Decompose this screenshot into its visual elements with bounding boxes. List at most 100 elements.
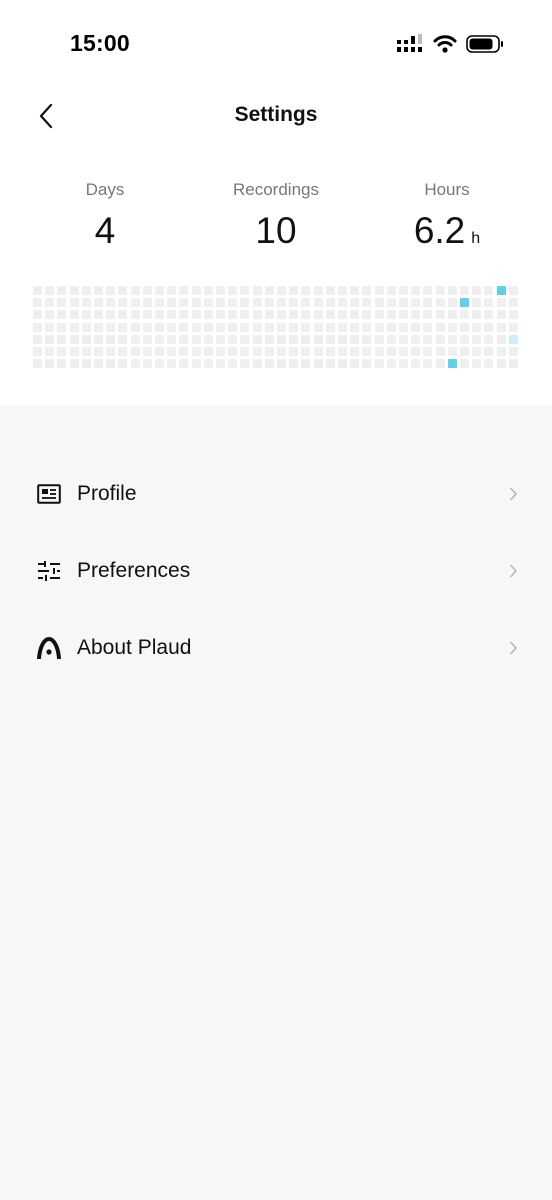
- heatmap-cell: [411, 347, 421, 356]
- heatmap-cell: [460, 334, 469, 344]
- heatmap-cell: [374, 359, 384, 369]
- heatmap-cell: [69, 322, 79, 332]
- settings-menu: Profile Preferences About Plaud: [0, 455, 552, 686]
- heatmap-cell: [350, 310, 360, 320]
- heatmap-cell: [423, 334, 433, 344]
- heatmap-cell: [496, 322, 506, 332]
- heatmap-cell: [252, 310, 262, 320]
- heatmap-cell: [179, 322, 189, 332]
- heatmap-cell: [155, 359, 164, 369]
- heatmap-cell: [33, 322, 42, 332]
- heatmap-cell: [313, 322, 323, 332]
- heatmap-cell: [447, 347, 457, 356]
- heatmap-cell: [338, 334, 347, 344]
- heatmap-cell: [460, 286, 469, 295]
- heatmap-cell: [423, 286, 433, 295]
- heatmap-cell: [301, 298, 311, 308]
- heatmap-cell: [94, 298, 103, 308]
- heatmap-cell: [350, 359, 360, 369]
- heatmap-cell: [203, 359, 213, 369]
- heatmap-cell: [399, 347, 408, 356]
- heatmap-cell: [338, 298, 347, 308]
- heatmap-cell: [57, 310, 67, 320]
- heatmap-cell: [216, 322, 225, 332]
- heatmap-cell: [69, 298, 79, 308]
- heatmap-cell: [118, 347, 128, 356]
- heatmap-cell: [155, 334, 164, 344]
- heatmap-cell: [81, 334, 91, 344]
- heatmap-cell: [142, 334, 152, 344]
- heatmap-cell: [399, 334, 408, 344]
- heatmap-cell: [130, 322, 140, 332]
- heatmap-cell: [411, 322, 421, 332]
- heatmap-cell: [252, 347, 262, 356]
- heatmap-cell: [289, 310, 299, 320]
- heatmap-cell: [435, 322, 445, 332]
- heatmap-cell: [362, 359, 372, 369]
- heatmap-cell: [277, 322, 286, 332]
- heatmap-cell: [228, 347, 238, 356]
- heatmap-cell: [264, 310, 274, 320]
- heatmap-cell: [496, 310, 506, 320]
- heatmap-cell: [338, 322, 347, 332]
- heatmap-cell: [106, 347, 116, 356]
- heatmap-cell: [484, 286, 494, 295]
- heatmap-cell: [155, 286, 164, 295]
- heatmap-cell: [179, 347, 189, 356]
- heatmap-cell: [167, 334, 177, 344]
- heatmap-cell: [191, 334, 201, 344]
- sliders-icon: [37, 559, 61, 583]
- menu-item-preferences[interactable]: Preferences: [0, 532, 552, 609]
- heatmap-cell: [142, 359, 152, 369]
- heatmap-cell: [460, 310, 469, 320]
- heatmap-cell: [423, 298, 433, 308]
- stat-days-label: Days: [85, 180, 125, 199]
- heatmap-cell: [155, 322, 164, 332]
- heatmap-cell: [167, 286, 177, 295]
- heatmap-cell: [45, 334, 55, 344]
- heatmap-cell: [484, 298, 494, 308]
- heatmap-cell: [118, 310, 128, 320]
- stat-recordings: Recordings 10: [201, 180, 351, 252]
- heatmap-cell: [252, 322, 262, 332]
- heatmap-cell: [386, 347, 396, 356]
- heatmap-cell: [496, 286, 506, 295]
- heatmap-cell: [203, 286, 213, 295]
- heatmap-cell: [338, 359, 347, 369]
- plaud-logo-icon: [37, 636, 61, 660]
- heatmap-cell: [228, 298, 238, 308]
- heatmap-cell: [472, 286, 482, 295]
- heatmap-cell: [33, 347, 42, 356]
- heatmap-cell: [350, 334, 360, 344]
- heatmap-cell: [45, 347, 55, 356]
- heatmap-cell: [411, 286, 421, 295]
- heatmap-cell: [155, 310, 164, 320]
- battery-icon: [466, 35, 503, 53]
- stat-days: Days 4: [30, 180, 180, 252]
- heatmap-cell: [203, 347, 213, 356]
- heatmap-cell: [508, 347, 518, 356]
- heatmap-cell: [362, 347, 372, 356]
- heatmap-cell: [45, 298, 55, 308]
- menu-item-about[interactable]: About Plaud: [0, 609, 552, 686]
- heatmap-cell: [301, 334, 311, 344]
- heatmap-cell: [106, 286, 116, 295]
- heatmap-cell: [142, 286, 152, 295]
- heatmap-cell: [216, 347, 225, 356]
- heatmap-cell: [45, 310, 55, 320]
- heatmap-cell: [69, 347, 79, 356]
- heatmap-cell: [167, 347, 177, 356]
- heatmap-cell: [94, 334, 103, 344]
- heatmap-cell: [289, 286, 299, 295]
- heatmap-cell: [33, 334, 42, 344]
- heatmap-cell: [472, 334, 482, 344]
- heatmap-cell: [191, 298, 201, 308]
- heatmap-cell: [484, 359, 494, 369]
- heatmap-cell: [277, 359, 286, 369]
- menu-item-profile[interactable]: Profile: [0, 455, 552, 532]
- heatmap-cell: [264, 322, 274, 332]
- heatmap-cell: [118, 334, 128, 344]
- chevron-right-icon: [510, 641, 517, 654]
- heatmap-cell: [496, 359, 506, 369]
- heatmap-cell: [191, 347, 201, 356]
